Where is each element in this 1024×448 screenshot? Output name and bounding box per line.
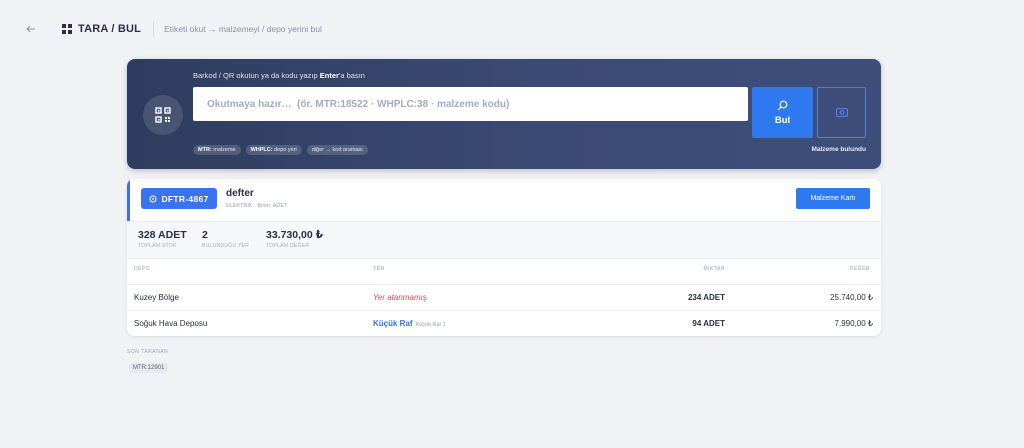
back-button[interactable] [24,22,38,36]
column-yer: YER [373,266,385,272]
material-card-button[interactable]: Malzeme Kartı [796,188,870,209]
location-link[interactable]: Küçük Raf [373,319,413,328]
material-name: defter [226,188,254,199]
find-button[interactable]: Bul [752,87,813,138]
scan-prefix-chips: MTR: malzeme WHPLC: depo yeri diğer → ko… [193,145,368,155]
material-code: DFTR-4867 [161,193,209,204]
scan-hint-prefix: Barkod / QR okutun ya da kodu yazıp [193,71,320,80]
stats-bar: 328 ADET TOPLAM STOK 2 BULUNDUĞU YER 33.… [127,221,881,259]
scan-panel: Barkod / QR okutun ya da kodu yazıp Ente… [127,59,881,169]
cell-yer: Küçük Raf Küçük Raf 1 [373,319,446,328]
stat-label: TOPLAM STOK [138,243,177,249]
camera-icon [835,108,848,117]
tag-icon [149,195,157,202]
chip-mtr: MTR: malzeme [193,145,241,155]
cell-miktar: 94 ADET [692,319,725,328]
chip-whplc: WHPLC: depo yeri [245,145,302,155]
table-row[interactable]: Kuzey Bölge Yer atanmamış 234 ADET 25.74… [127,284,881,310]
recent-scans-title: SON TARANAN [127,349,169,355]
cell-depo: Soğuk Hava Deposu [134,319,208,328]
material-meta: ELEKTRİK · Birim: ADET [226,203,288,209]
material-code-badge: DFTR-4867 [141,188,217,209]
stat-value: 328 ADET [138,229,187,241]
location-sub: Küçük Raf 1 [415,322,446,328]
cell-deger: 7.990,00 ₺ [834,319,873,328]
chip-other: diğer → kod araması [306,145,368,155]
search-icon [777,100,788,110]
stat-label: TOPLAM DEĞER [266,243,310,249]
column-depo: DEPO [134,266,151,272]
arrow-left-icon [26,25,35,33]
scan-hint-key: Enter [319,71,339,80]
recent-scan-item[interactable]: MTR:12901 [129,363,169,373]
divider [153,21,155,37]
qr-code-icon [155,107,171,123]
scan-input[interactable] [193,87,748,121]
chip-text: depo yeri [272,147,297,153]
chip-text: diğer → kod araması [311,147,363,153]
chip-key: WHPLC: [250,147,273,153]
cell-deger: 25.740,00 ₺ [830,293,873,302]
column-deger: DEĞER [849,266,870,272]
stat-value: 2 [202,229,208,241]
camera-button[interactable] [817,87,866,138]
stat-total-stock: 328 ADET TOPLAM STOK [138,229,187,249]
table-row[interactable]: Soğuk Hava Deposu Küçük Raf Küçük Raf 1 9… [127,310,881,336]
top-bar: TARA / BUL Etiketi okut → malzemeyi / de… [24,20,322,38]
scan-hint-suffix: 'a basın [338,71,365,80]
scan-hint: Barkod / QR okutun ya da kodu yazıp Ente… [193,71,365,80]
grid-icon [62,24,72,34]
stat-location-count: 2 BULUNDUĞU YER [202,229,249,249]
chip-text: malzeme [211,147,236,153]
scan-status: Malzeme bulundu [811,146,866,153]
cell-depo: Kuzey Bölge [134,293,179,302]
card-accent [127,179,130,221]
stat-label: BULUNDUĞU YER [202,243,250,249]
find-button-label: Bul [774,114,791,126]
column-miktar: MİKTAR [703,266,725,272]
stat-total-value: 33.730,00 ₺ TOPLAM DEĞER [266,229,323,249]
cell-miktar: 234 ADET [687,293,725,302]
page-subtitle: Etiketi okut → malzemeyi / depo yerini b… [164,24,322,34]
stat-value: 33.730,00 ₺ [266,229,323,241]
page-title: TARA / BUL [78,23,142,35]
cell-yer: Yer atanmamış [373,293,427,302]
table-header: DEPO YER MİKTAR DEĞER [127,266,881,278]
result-card: DFTR-4867 defter ELEKTRİK · Birim: ADET … [127,179,881,336]
qr-badge [143,95,183,135]
brand: TARA / BUL [62,23,141,35]
chip-key: MTR: [198,147,212,153]
